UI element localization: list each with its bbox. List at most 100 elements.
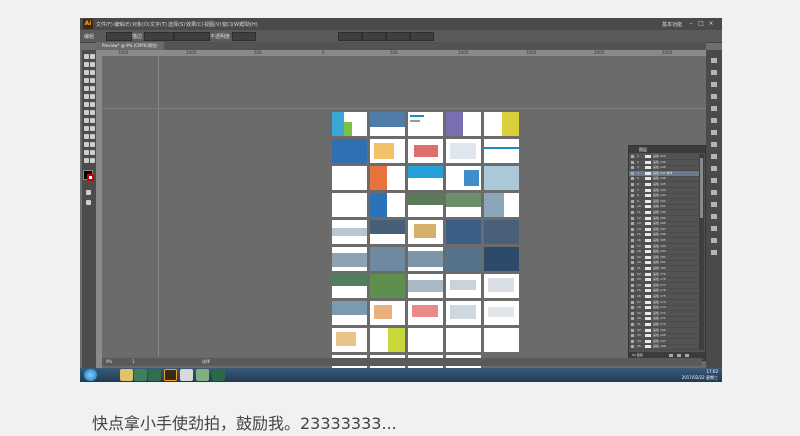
artboard[interactable] (370, 274, 405, 298)
zoom-tool-icon[interactable] (90, 158, 95, 163)
gradient-panel-icon[interactable] (711, 118, 717, 123)
artboard-navigator[interactable]: 1 (132, 358, 135, 366)
align-panel-icon[interactable] (711, 190, 717, 195)
artboard[interactable] (484, 328, 519, 352)
artboard[interactable] (370, 139, 405, 163)
visibility-eye-icon[interactable] (631, 339, 634, 343)
visibility-eye-icon[interactable] (631, 244, 634, 248)
artboard[interactable] (370, 301, 405, 325)
menu-window[interactable]: 窗口(W) (222, 21, 241, 28)
layers-scrollbar[interactable] (699, 154, 704, 350)
menu-edit[interactable]: 编辑(E) (114, 21, 131, 28)
artboard[interactable] (484, 193, 519, 217)
artboard[interactable] (332, 166, 367, 190)
artboard[interactable] (446, 139, 481, 163)
pathfinder-panel-icon[interactable] (711, 202, 717, 207)
visibility-eye-icon[interactable] (631, 278, 634, 282)
layers-panel-icon[interactable] (711, 166, 717, 171)
artboard[interactable] (408, 166, 443, 190)
app-taskbar-icon[interactable] (212, 369, 225, 381)
y-field[interactable] (362, 32, 386, 41)
visibility-eye-icon[interactable] (631, 334, 634, 338)
swatches-panel-icon[interactable] (711, 70, 717, 75)
shape-builder-tool-icon[interactable] (84, 118, 89, 123)
mesh-tool-icon[interactable] (84, 126, 89, 131)
blob-brush-tool-icon[interactable] (84, 94, 89, 99)
rectangle-tool-icon[interactable] (90, 78, 95, 83)
new-sublayer-icon[interactable] (669, 354, 673, 357)
visibility-eye-icon[interactable] (631, 227, 634, 231)
visibility-eye-icon[interactable] (631, 216, 634, 220)
free-transform-tool-icon[interactable] (90, 110, 95, 115)
artboard[interactable] (446, 220, 481, 244)
pencil-tool-icon[interactable] (90, 86, 95, 91)
artboard-tool-icon[interactable] (84, 150, 89, 155)
zoom-level[interactable]: 9% (106, 358, 112, 366)
visibility-eye-icon[interactable] (631, 199, 634, 203)
visibility-eye-icon[interactable] (631, 250, 634, 254)
type-tool-icon[interactable] (90, 70, 95, 75)
artboard[interactable] (446, 166, 481, 190)
brushes-panel-icon[interactable] (711, 82, 717, 87)
symbol-sprayer-tool-icon[interactable] (84, 142, 89, 147)
visibility-eye-icon[interactable] (631, 211, 634, 214)
trash-icon[interactable] (685, 354, 689, 357)
artboard[interactable] (446, 193, 481, 217)
fill-select[interactable] (106, 32, 132, 41)
width-tool-icon[interactable] (84, 110, 89, 115)
artboard[interactable] (370, 193, 405, 217)
artboard[interactable] (446, 328, 481, 352)
rotate-tool-icon[interactable] (84, 102, 89, 107)
visibility-eye-icon[interactable] (631, 155, 634, 158)
visibility-eye-icon[interactable] (631, 177, 634, 181)
artboard[interactable] (446, 274, 481, 298)
new-layer-icon[interactable] (677, 354, 681, 357)
pen-tool-icon[interactable] (84, 70, 89, 75)
menu-file[interactable]: 文件(F) (96, 21, 113, 28)
layer-row[interactable]: 35 画板 166 (629, 344, 699, 351)
visibility-eye-icon[interactable] (631, 233, 634, 237)
artboard[interactable] (332, 193, 367, 217)
visibility-eye-icon[interactable] (631, 222, 634, 226)
canvas-area[interactable] (102, 56, 706, 379)
artboard[interactable] (408, 301, 443, 325)
visibility-eye-icon[interactable] (631, 295, 634, 298)
x-field[interactable] (338, 32, 362, 41)
stroke-color-swatch[interactable] (87, 174, 94, 181)
artboard[interactable] (332, 220, 367, 244)
visibility-eye-icon[interactable] (631, 272, 634, 276)
layers-scrollbar-thumb[interactable] (700, 158, 703, 218)
stroke-weight-select[interactable] (144, 32, 174, 41)
artboard[interactable] (446, 247, 481, 271)
artboard[interactable] (484, 274, 519, 298)
artboard[interactable] (332, 139, 367, 163)
menu-help[interactable]: 帮助(H) (240, 21, 258, 28)
menu-object[interactable]: 对象(O) (132, 21, 150, 28)
artboard[interactable] (408, 139, 443, 163)
visibility-eye-icon[interactable] (631, 289, 634, 293)
menu-effect[interactable]: 效果(C) (186, 21, 203, 28)
visibility-eye-icon[interactable] (631, 188, 634, 192)
menu-select[interactable]: 选择(S) (168, 21, 185, 28)
artboard[interactable] (484, 301, 519, 325)
visibility-eye-icon[interactable] (631, 183, 634, 186)
artboard[interactable] (370, 247, 405, 271)
visibility-eye-icon[interactable] (631, 239, 634, 242)
artboard[interactable] (332, 274, 367, 298)
visibility-eye-icon[interactable] (631, 171, 634, 175)
artboard[interactable] (484, 247, 519, 271)
artboard[interactable] (484, 112, 519, 136)
artboard[interactable] (370, 220, 405, 244)
start-button-icon[interactable] (84, 369, 97, 381)
visibility-eye-icon[interactable] (631, 323, 634, 326)
artboard[interactable] (332, 112, 367, 136)
layers-panel-title[interactable]: 图层 (639, 147, 647, 153)
column-graph-tool-icon[interactable] (90, 142, 95, 147)
artboard[interactable] (370, 112, 405, 136)
transparency-panel-icon[interactable] (711, 130, 717, 135)
appearance-panel-icon[interactable] (711, 142, 717, 147)
visibility-eye-icon[interactable] (631, 166, 634, 170)
visibility-eye-icon[interactable] (631, 311, 634, 315)
opacity-field[interactable] (232, 32, 256, 41)
artboard[interactable] (484, 220, 519, 244)
